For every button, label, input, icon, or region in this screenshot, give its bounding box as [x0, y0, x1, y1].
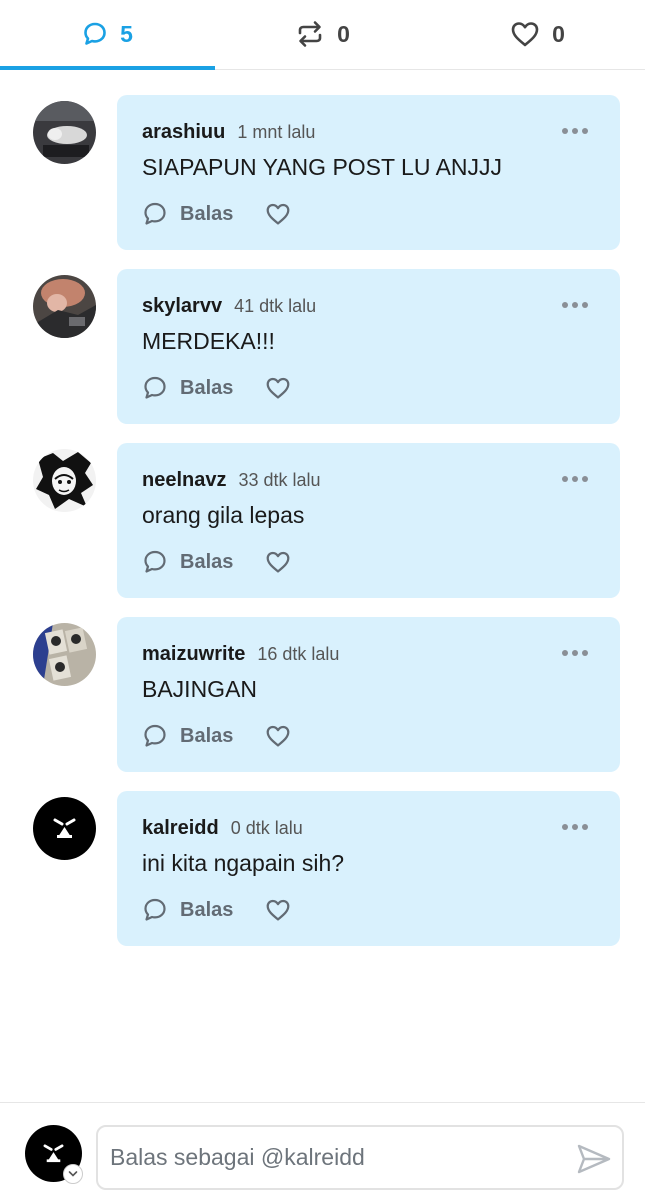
reply-label: Balas — [180, 202, 234, 225]
comment-count: 5 — [120, 20, 133, 47]
like-button[interactable] — [265, 202, 291, 226]
username[interactable]: skylarvv — [142, 295, 222, 318]
like-button[interactable] — [265, 724, 291, 748]
reply-button[interactable]: Balas — [142, 897, 233, 923]
reply-input-container — [96, 1125, 624, 1190]
tab-reblogs[interactable]: 0 — [215, 0, 430, 68]
tab-likes[interactable]: 0 — [430, 0, 645, 68]
username[interactable]: arashiuu — [142, 121, 225, 144]
like-button[interactable] — [265, 550, 291, 574]
like-button[interactable] — [265, 898, 291, 922]
heart-icon — [266, 899, 290, 921]
avatar[interactable] — [33, 449, 96, 512]
comment-item: arashiuu 1 mnt lalu SIAPAPUN YANG POST L… — [0, 95, 645, 250]
reply-label: Balas — [180, 550, 234, 573]
reply-label: Balas — [180, 898, 234, 921]
comment-text: ini kita ngapain sih? — [142, 850, 345, 876]
reply-label: Balas — [180, 376, 234, 399]
reply-icon — [144, 376, 166, 399]
username[interactable]: maizuwrite — [142, 643, 245, 666]
send-icon[interactable] — [576, 1141, 612, 1177]
heart-icon — [266, 551, 290, 573]
username[interactable]: neelnavz — [142, 469, 226, 492]
comment-bubble: neelnavz 33 dtk lalu orang gila lepas Ba… — [117, 443, 620, 598]
comment-bubble: kalreidd 0 dtk lalu ini kita ngapain sih… — [117, 791, 620, 946]
reply-button[interactable]: Balas — [142, 549, 233, 575]
repost-icon — [298, 21, 322, 47]
heart-icon — [266, 203, 290, 225]
reply-input[interactable] — [110, 1127, 570, 1188]
more-options-icon[interactable] — [562, 125, 590, 137]
timestamp: 16 dtk lalu — [257, 644, 340, 664]
avatar[interactable] — [33, 797, 96, 860]
comment-bubble: maizuwrite 16 dtk lalu BAJINGAN Balas — [117, 617, 620, 772]
comment-text: orang gila lepas — [142, 502, 305, 528]
reply-icon — [144, 550, 166, 573]
account-switch-chevron-icon[interactable] — [63, 1164, 83, 1184]
comment-bubble: skylarvv 41 dtk lalu MERDEKA!!! Balas — [117, 269, 620, 424]
avatar[interactable] — [33, 101, 96, 164]
reply-button[interactable]: Balas — [142, 723, 233, 749]
reply-icon — [144, 724, 166, 747]
tab-comments[interactable]: 5 — [0, 0, 215, 70]
comment-bubble: arashiuu 1 mnt lalu SIAPAPUN YANG POST L… — [117, 95, 620, 250]
like-count: 0 — [552, 20, 565, 47]
comment-text: SIAPAPUN YANG POST LU ANJJJ — [142, 154, 503, 180]
reblog-count: 0 — [337, 20, 350, 47]
avatar[interactable] — [33, 623, 96, 686]
timestamp: 41 dtk lalu — [234, 296, 317, 316]
comment-item: maizuwrite 16 dtk lalu BAJINGAN Balas — [0, 617, 645, 772]
heart-icon — [511, 22, 539, 47]
more-options-icon[interactable] — [562, 473, 590, 485]
reply-button[interactable]: Balas — [142, 201, 233, 227]
comment-item: kalreidd 0 dtk lalu ini kita ngapain sih… — [0, 791, 645, 946]
comment-icon — [84, 22, 106, 45]
reply-label: Balas — [180, 724, 234, 747]
like-button[interactable] — [265, 376, 291, 400]
avatar[interactable] — [33, 275, 96, 338]
reply-button[interactable]: Balas — [142, 375, 233, 401]
reply-icon — [144, 202, 166, 225]
comment-text: BAJINGAN — [142, 676, 258, 702]
heart-icon — [266, 725, 290, 747]
comment-text: MERDEKA!!! — [142, 328, 275, 354]
reply-composer — [0, 1102, 645, 1200]
comment-item: neelnavz 33 dtk lalu orang gila lepas Ba… — [0, 443, 645, 598]
notes-tabs: 5 0 0 — [0, 0, 645, 70]
timestamp: 1 mnt lalu — [237, 122, 316, 142]
more-options-icon[interactable] — [562, 299, 590, 311]
timestamp: 0 dtk lalu — [230, 818, 303, 838]
username[interactable]: kalreidd — [142, 817, 219, 840]
more-options-icon[interactable] — [562, 821, 590, 833]
timestamp: 33 dtk lalu — [238, 470, 321, 490]
comment-item: skylarvv 41 dtk lalu MERDEKA!!! Balas — [0, 269, 645, 424]
more-options-icon[interactable] — [562, 647, 590, 659]
reply-icon — [144, 898, 166, 921]
heart-icon — [266, 377, 290, 399]
